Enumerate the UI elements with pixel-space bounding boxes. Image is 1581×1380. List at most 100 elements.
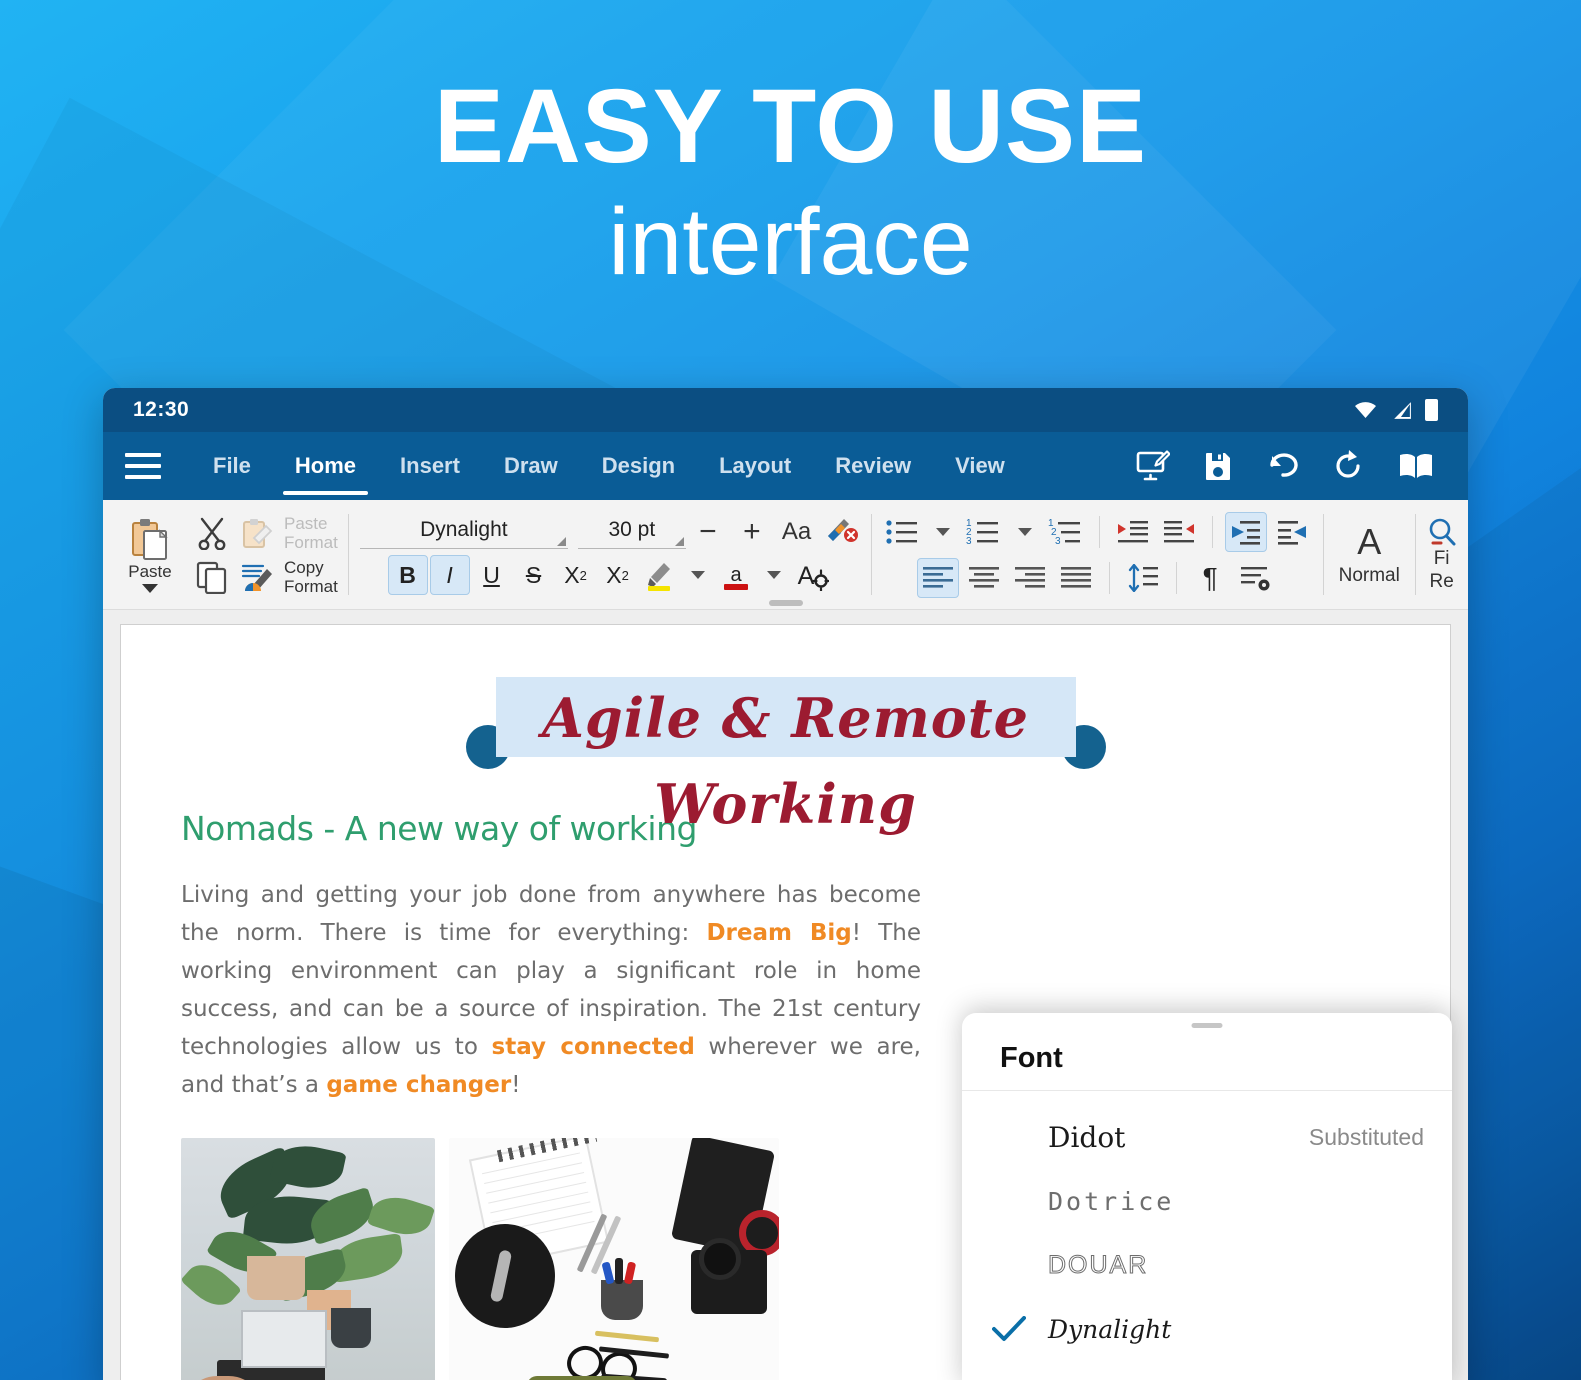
- font-row-top: Dynalight 30 pt − + Aa: [359, 514, 859, 549]
- left-to-right-button[interactable]: [1225, 511, 1268, 552]
- paragraph-highlight-1: Dream Big: [706, 920, 852, 946]
- paragraph-settings-button[interactable]: [1235, 558, 1277, 598]
- show-formatting-marks-button[interactable]: ¶: [1189, 558, 1231, 598]
- text-color-button[interactable]: a: [716, 555, 756, 595]
- signal-icon: [1394, 401, 1411, 419]
- paste-label: Paste: [128, 561, 172, 581]
- increase-font-size-button[interactable]: +: [730, 515, 774, 549]
- change-case-button[interactable]: Aa: [782, 518, 811, 546]
- align-center-button[interactable]: [963, 558, 1005, 598]
- save-icon[interactable]: [1204, 451, 1232, 481]
- ribbon-group-clipboard: Paste Paste Format Copy Format: [103, 500, 348, 609]
- highlight-color-dropdown[interactable]: [690, 571, 705, 579]
- bold-button[interactable]: B: [387, 555, 428, 595]
- hamburger-icon[interactable]: [125, 453, 161, 479]
- check-slot: [992, 1316, 1048, 1342]
- align-right-button[interactable]: [1009, 558, 1051, 598]
- ribbon-group-styles[interactable]: A Normal: [1323, 500, 1415, 609]
- divider: [1099, 515, 1101, 548]
- read-mode-icon[interactable]: [1398, 452, 1434, 480]
- bulleted-list-dropdown[interactable]: [936, 527, 951, 536]
- status-clock: 12:30: [133, 398, 190, 421]
- paste-button[interactable]: Paste: [113, 517, 187, 593]
- superscript-digit: 2: [621, 567, 629, 583]
- highlight-button[interactable]: [640, 555, 680, 595]
- italic-label: I: [446, 561, 453, 588]
- tab-home[interactable]: Home: [273, 432, 378, 500]
- paste-format-button[interactable]: Paste Format: [241, 514, 338, 552]
- photo-plants-desk[interactable]: [181, 1138, 435, 1380]
- underline-button[interactable]: U: [472, 555, 512, 595]
- copy-icon[interactable]: [195, 560, 229, 594]
- photo-flatlay-desk[interactable]: [449, 1138, 779, 1380]
- line-spacing-button[interactable]: [1122, 558, 1164, 598]
- document-title-block: Agile & Remote Working: [456, 677, 1116, 836]
- undo-icon[interactable]: [1266, 451, 1298, 481]
- superscript-button[interactable]: X2: [598, 555, 638, 595]
- shirt: [527, 1376, 637, 1380]
- clear-formatting-button[interactable]: [825, 514, 859, 549]
- tab-layout[interactable]: Layout: [697, 432, 813, 500]
- quick-actions: [1136, 450, 1446, 482]
- tab-review[interactable]: Review: [813, 432, 933, 500]
- paste-format-label-line1: Paste: [284, 513, 328, 533]
- copy-format-button[interactable]: Copy Format: [241, 558, 338, 596]
- numbered-list-dropdown[interactable]: [1018, 527, 1033, 536]
- font-list-item-didot[interactable]: Didot Substituted: [962, 1105, 1452, 1169]
- tab-view[interactable]: View: [933, 432, 1027, 500]
- tab-draw[interactable]: Draw: [482, 432, 580, 500]
- chevron-down-icon[interactable]: [142, 583, 158, 593]
- multilevel-list-button[interactable]: 1 2 3: [1045, 512, 1087, 552]
- bulleted-list-icon: [886, 519, 918, 544]
- right-to-left-button[interactable]: [1271, 512, 1313, 552]
- ribbon-tab-bar: File Home Insert Draw Design Layout Revi…: [103, 432, 1468, 500]
- document-paragraph: Living and getting your job done from an…: [181, 876, 921, 1104]
- paragraph-row-bottom: ¶: [917, 557, 1277, 598]
- document-canvas: Agile & Remote Working Nomads - A new wa…: [103, 610, 1468, 1380]
- justify-button[interactable]: [1055, 558, 1097, 598]
- camera: [691, 1238, 767, 1314]
- cut-icon[interactable]: [195, 516, 229, 550]
- format-painter-column: Paste Format Copy Format: [241, 514, 338, 596]
- ribbon-resize-handle[interactable]: [768, 600, 803, 606]
- multilevel-list-icon: 1 2 3: [1048, 518, 1081, 546]
- divider: [1109, 561, 1111, 594]
- present-mode-icon[interactable]: [1136, 450, 1170, 482]
- font-list-item-douar[interactable]: DOUAR: [962, 1233, 1452, 1297]
- strikethrough-button[interactable]: S: [514, 555, 554, 595]
- increase-indent-button[interactable]: [1112, 512, 1154, 552]
- font-list-item-dotrice[interactable]: Dotrice: [962, 1169, 1452, 1233]
- tab-insert[interactable]: Insert: [378, 432, 482, 500]
- font-name: Didot: [1048, 1120, 1126, 1154]
- promo-screenshot: EASY TO USE interface 12:30 File Home In…: [0, 0, 1581, 1380]
- align-center-icon: [969, 566, 1000, 588]
- promo-headline: EASY TO USE interface: [0, 71, 1581, 298]
- italic-button[interactable]: I: [429, 555, 470, 595]
- text-color-dropdown[interactable]: [766, 571, 781, 579]
- drag-handle[interactable]: [1191, 1023, 1223, 1028]
- tab-file[interactable]: File: [191, 432, 273, 500]
- font-name: DOUAR: [1047, 1250, 1149, 1279]
- bulleted-list-button[interactable]: [881, 512, 923, 552]
- font-size-dropdown[interactable]: 30 pt: [577, 515, 686, 549]
- align-left-button[interactable]: [917, 557, 960, 598]
- subscript-label: X: [564, 561, 580, 588]
- ribbon-group-find-replace[interactable]: Fi Re: [1415, 500, 1468, 609]
- font-sheet-title: Font: [1000, 1042, 1063, 1074]
- decrease-font-size-button[interactable]: −: [686, 515, 730, 549]
- paste-format-icon: [243, 518, 273, 548]
- font-name-dropdown[interactable]: Dynalight: [359, 515, 568, 549]
- align-right-icon: [1015, 566, 1046, 588]
- subscript-button[interactable]: X2: [556, 555, 596, 595]
- copy-format-label-line2: Format: [284, 576, 338, 596]
- tab-design[interactable]: Design: [580, 432, 697, 500]
- style-label: Normal: [1338, 564, 1400, 586]
- redo-icon[interactable]: [1332, 450, 1364, 482]
- decrease-indent-button[interactable]: [1158, 512, 1200, 552]
- numbered-list-icon: 1 2 3: [966, 518, 999, 546]
- font-list-item-dynalight[interactable]: Dynalight: [962, 1297, 1452, 1361]
- find-replace-icon: [1429, 518, 1456, 545]
- paragraph-highlight-2: stay connected: [491, 1034, 695, 1060]
- text-effects-button[interactable]: A: [792, 555, 832, 595]
- numbered-list-button[interactable]: 1 2 3: [963, 512, 1005, 552]
